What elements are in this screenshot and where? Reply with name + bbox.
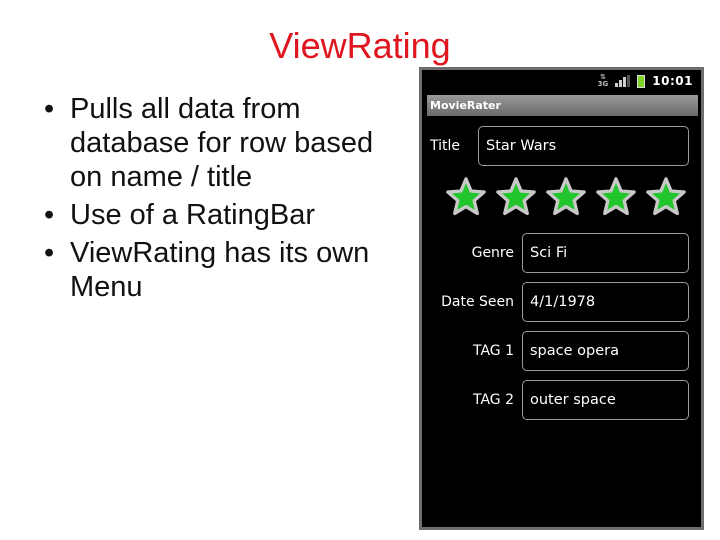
- bullet-text: Use of a RatingBar: [70, 199, 316, 231]
- slide-title: ViewRating: [269, 25, 451, 66]
- genre-label: Genre: [471, 245, 514, 261]
- star-icon[interactable]: [494, 176, 538, 218]
- tag1-label: TAG 1: [472, 343, 514, 359]
- network-3g-icon: ⇅ 3G: [597, 73, 609, 88]
- date-seen-row: Date Seen 4/1/1978: [422, 282, 701, 322]
- app-title-bar: MovieRater: [427, 95, 698, 116]
- star-icon[interactable]: [544, 176, 588, 218]
- tag1-row: TAG 1 space opera: [422, 331, 701, 371]
- title-row: Title Star Wars: [422, 126, 701, 166]
- bullet-list: • Pulls all data from database for row b…: [44, 92, 404, 308]
- status-clock: 10:01: [652, 74, 693, 88]
- rating-bar[interactable]: [444, 176, 688, 218]
- bullet-dot: •: [44, 93, 55, 125]
- title-label: Title: [430, 138, 461, 154]
- tag2-label: TAG 2: [472, 392, 514, 408]
- genre-row: Genre Sci Fi: [422, 233, 701, 273]
- bullet-dot: •: [44, 237, 55, 269]
- star-icon[interactable]: [444, 176, 488, 218]
- tag2-row: TAG 2 outer space: [422, 380, 701, 420]
- star-icon[interactable]: [594, 176, 638, 218]
- bullet-text: ViewRating has its own Menu: [70, 237, 370, 303]
- bullet-item: • ViewRating has its own Menu: [44, 236, 404, 304]
- bullet-dot: •: [44, 199, 55, 231]
- title-input[interactable]: Star Wars: [478, 126, 689, 166]
- date-seen-label: Date Seen: [441, 294, 514, 310]
- bullet-item: • Pulls all data from database for row b…: [44, 92, 404, 194]
- date-seen-input[interactable]: 4/1/1978: [522, 282, 689, 322]
- battery-charging-icon: [637, 74, 646, 88]
- star-icon[interactable]: [644, 176, 688, 218]
- genre-input[interactable]: Sci Fi: [522, 233, 689, 273]
- tag2-input[interactable]: outer space: [522, 380, 689, 420]
- status-bar: ⇅ 3G 10:01: [422, 70, 701, 95]
- tag1-input[interactable]: space opera: [522, 331, 689, 371]
- bullet-item: • Use of a RatingBar: [44, 198, 404, 232]
- signal-strength-icon: [615, 75, 631, 87]
- phone-screenshot: ⇅ 3G 10:01 MovieRater Title Star Wars Gen…: [419, 67, 704, 530]
- bullet-text: Pulls all data from database for row bas…: [70, 93, 374, 193]
